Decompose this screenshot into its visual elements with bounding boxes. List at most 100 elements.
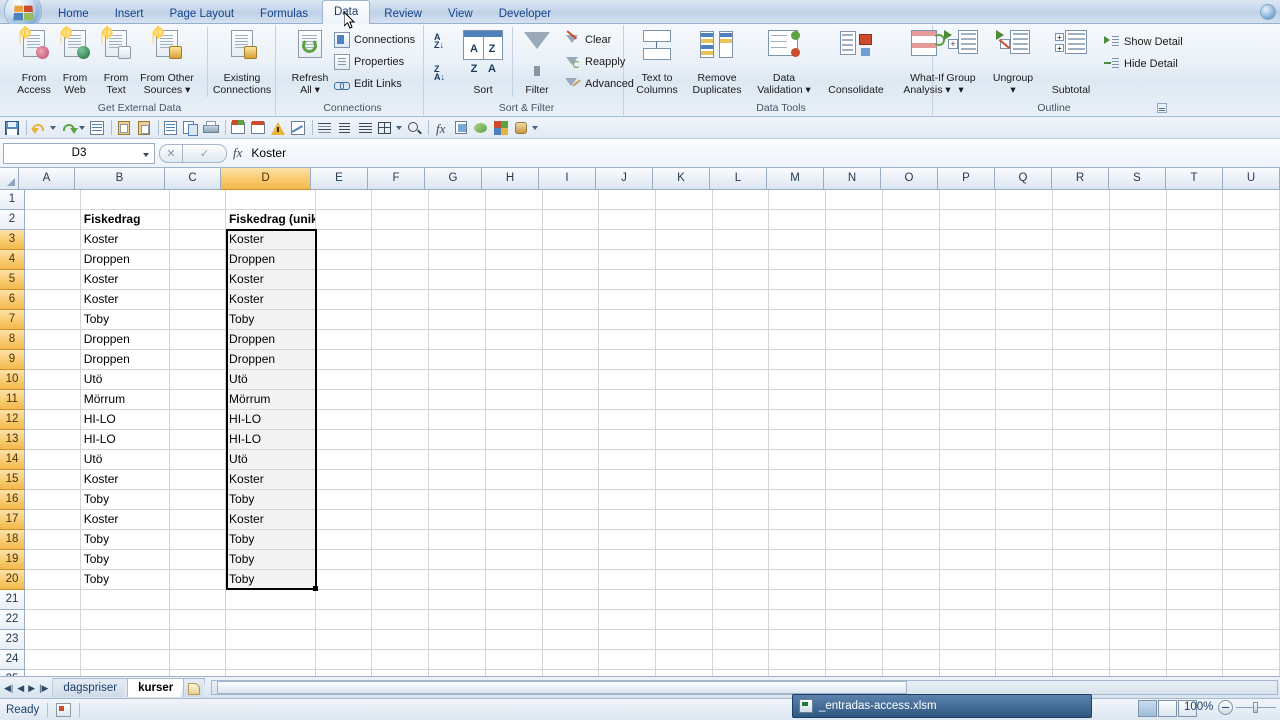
cell-U8[interactable] [1223, 330, 1280, 350]
cell-B2[interactable]: Fiskedrag [80, 210, 171, 230]
cell-M17[interactable] [769, 510, 827, 530]
cell-D4[interactable]: Droppen [226, 250, 316, 270]
cell-D8[interactable]: Droppen [226, 330, 316, 350]
cell-M20[interactable] [769, 570, 827, 590]
cell-H13[interactable] [485, 430, 543, 450]
cell-F16[interactable] [372, 490, 430, 510]
cell-R8[interactable] [1053, 330, 1110, 350]
cell-L7[interactable] [712, 310, 770, 330]
cell-Q18[interactable] [996, 530, 1054, 550]
cell-I22[interactable] [542, 610, 600, 630]
cell-I12[interactable] [542, 410, 600, 430]
cell-R6[interactable] [1053, 290, 1110, 310]
cell-H5[interactable] [485, 270, 543, 290]
cell-P20[interactable] [939, 570, 997, 590]
sort-descending-button[interactable]: Z A↓ [434, 65, 445, 82]
cell-L11[interactable] [712, 390, 770, 410]
cell-P5[interactable] [939, 270, 997, 290]
cell-U24[interactable] [1223, 650, 1280, 670]
cell-A24[interactable] [25, 650, 81, 670]
cell-M7[interactable] [769, 310, 827, 330]
row-header-7[interactable]: 7 [0, 310, 25, 330]
cell-H3[interactable] [485, 230, 543, 250]
cell-P2[interactable] [939, 210, 997, 230]
zoom-out-button[interactable] [1218, 700, 1233, 715]
cell-G24[interactable] [429, 650, 486, 670]
cell-L2[interactable] [712, 210, 770, 230]
cell-S24[interactable] [1109, 650, 1167, 670]
taskbar-window-button[interactable]: _entradas-access.xlsm [792, 694, 1092, 718]
cell-R23[interactable] [1053, 630, 1110, 650]
cell-A19[interactable] [25, 550, 81, 570]
customize-quick-access-toolbar[interactable] [532, 125, 538, 130]
cell-B15[interactable]: Koster [80, 470, 171, 490]
enter-icon[interactable]: ✓ [183, 143, 227, 163]
cell-U9[interactable] [1223, 350, 1280, 370]
cell-D23[interactable] [226, 630, 316, 650]
cell-N13[interactable] [826, 430, 883, 450]
cell-L13[interactable] [712, 430, 770, 450]
cell-P16[interactable] [939, 490, 997, 510]
data-validation-button[interactable]: Data Validation ▾ [752, 27, 816, 97]
cell-P3[interactable] [939, 230, 997, 250]
row-header-6[interactable]: 6 [0, 290, 25, 310]
cell-M14[interactable] [769, 450, 827, 470]
undo-dropdown-arrow[interactable] [50, 125, 56, 130]
cell-M16[interactable] [769, 490, 827, 510]
cell-B21[interactable] [80, 590, 171, 610]
print-icon[interactable] [202, 119, 220, 137]
cell-N20[interactable] [826, 570, 883, 590]
cell-E15[interactable] [315, 470, 373, 490]
cell-M11[interactable] [769, 390, 827, 410]
cell-H24[interactable] [485, 650, 543, 670]
cell-T13[interactable] [1166, 430, 1224, 450]
paste-special-icon[interactable] [115, 119, 133, 137]
cell-N14[interactable] [826, 450, 883, 470]
cell-D14[interactable]: Utö [226, 450, 316, 470]
existing-connections-button[interactable]: Existing Connections [207, 27, 275, 97]
cell-I18[interactable] [542, 530, 600, 550]
fx-icon[interactable]: fx [233, 145, 242, 161]
cell-D13[interactable]: HI-LO [226, 430, 316, 450]
cell-M5[interactable] [769, 270, 827, 290]
cell-A1[interactable] [25, 190, 81, 210]
cell-T19[interactable] [1166, 550, 1224, 570]
cell-U4[interactable] [1223, 250, 1280, 270]
record-macro-icon[interactable] [56, 702, 72, 717]
cell-S2[interactable] [1109, 210, 1167, 230]
cell-O11[interactable] [882, 390, 940, 410]
row-header-5[interactable]: 5 [0, 270, 25, 290]
cell-C9[interactable] [170, 350, 227, 370]
cell-K22[interactable] [656, 610, 713, 630]
cell-S13[interactable] [1109, 430, 1167, 450]
cell-B9[interactable]: Droppen [80, 350, 171, 370]
cell-Q6[interactable] [996, 290, 1054, 310]
cell-U14[interactable] [1223, 450, 1280, 470]
cell-P11[interactable] [939, 390, 997, 410]
format-painter-icon[interactable] [452, 119, 470, 137]
horizontal-scrollbar-thumb[interactable] [217, 681, 908, 694]
cell-S7[interactable] [1109, 310, 1167, 330]
cell-E2[interactable] [315, 210, 373, 230]
cell-G13[interactable] [429, 430, 486, 450]
redo-icon[interactable] [59, 119, 78, 137]
cell-I19[interactable] [542, 550, 600, 570]
cell-I17[interactable] [542, 510, 600, 530]
column-header-T[interactable]: T [1166, 168, 1223, 190]
fill-color-icon[interactable] [472, 119, 490, 137]
column-header-C[interactable]: C [165, 168, 221, 190]
cell-E16[interactable] [315, 490, 373, 510]
cell-L4[interactable] [712, 250, 770, 270]
cell-U1[interactable] [1223, 190, 1280, 210]
cell-G21[interactable] [429, 590, 486, 610]
row-header-2[interactable]: 2 [0, 210, 25, 230]
column-header-O[interactable]: O [881, 168, 938, 190]
cell-M23[interactable] [769, 630, 827, 650]
cell-Q12[interactable] [996, 410, 1054, 430]
cell-P8[interactable] [939, 330, 997, 350]
cell-I8[interactable] [542, 330, 600, 350]
cell-S23[interactable] [1109, 630, 1167, 650]
cell-F14[interactable] [372, 450, 430, 470]
cell-E20[interactable] [315, 570, 373, 590]
conditional-format-icon[interactable] [492, 119, 510, 137]
